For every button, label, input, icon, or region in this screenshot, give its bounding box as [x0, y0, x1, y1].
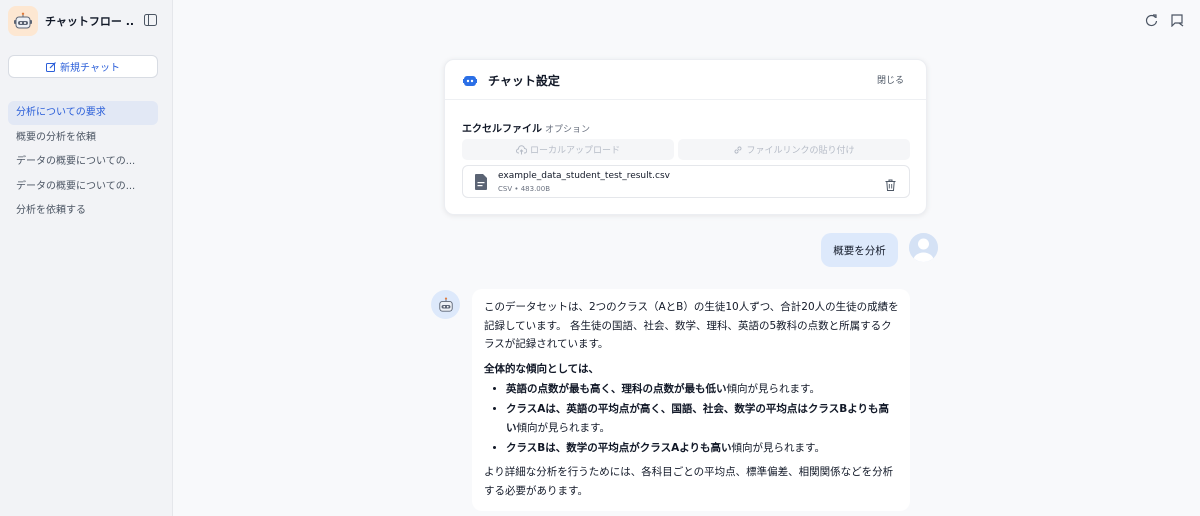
bullet-rest: 傾向が見られます。 — [731, 441, 825, 454]
user-avatar — [909, 233, 938, 262]
attached-file: example_data_student_test_result.csv CSV… — [462, 165, 910, 198]
bullet-bold: クラスBは、数学の平均点がクラスAよりも高い — [506, 441, 732, 454]
main-panel: チャット設定 閉じる エクセルファイル オプション ローカルアップロード ファイル… — [172, 0, 1200, 516]
refresh-icon[interactable] — [1143, 12, 1159, 28]
robot-icon — [8, 6, 38, 36]
bot-icon — [463, 73, 477, 87]
bot-outro: より詳細な分析を行うためには、各科目ごとの平均点、標準偏差、相関関係などを分析す… — [484, 466, 894, 497]
chat-settings-card: チャット設定 閉じる エクセルファイル オプション ローカルアップロード ファイル… — [444, 59, 927, 215]
flag-icon[interactable] — [1169, 12, 1185, 28]
option-label: オプション — [545, 125, 591, 135]
local-upload-label: ローカルアップロード — [529, 146, 620, 156]
file-type: CSV — [498, 185, 513, 193]
bot-message: このデータセットは、2つのクラス（AとB）の生徒10人ずつ、合計20人の生徒の成… — [472, 289, 910, 511]
list-item: クラスAは、英語の平均点が高く、国語、社会、数学の平均点はクラスBよりも高い傾向… — [506, 400, 899, 437]
file-name: example_data_student_test_result.csv — [498, 171, 670, 181]
new-chat-label: 新規チャット — [60, 63, 120, 74]
list-item: 英語の点数が最も高く、理科の点数が最も低い傾向が見られます。 — [506, 380, 899, 399]
bot-intro: このデータセットは、2つのクラス（AとB）の生徒10人ずつ、合計20人の生徒の成… — [484, 301, 899, 350]
file-meta: CSV • 483.00B — [498, 185, 551, 193]
local-upload-button[interactable]: ローカルアップロード — [462, 139, 674, 160]
sidebar-item-conversation[interactable]: 分析についての要求 — [8, 101, 158, 125]
sidebar: チャットフロー ... 新規チャット 分析についての要求 概要の分析を依頼 デー… — [0, 0, 172, 516]
sidebar-header: チャットフロー ... — [8, 6, 164, 36]
file-link-button[interactable]: ファイルリンクの貼り付け — [678, 139, 910, 160]
bot-bullet-list: 英語の点数が最も高く、理科の点数が最も低い傾向が見られます。 クラスAは、英語の… — [506, 380, 899, 457]
bot-heading: 全体的な傾向としては、 — [484, 362, 599, 375]
file-link-label: ファイルリンクの貼り付け — [746, 146, 855, 156]
sidebar-item-conversation[interactable]: 分析を依頼する — [8, 199, 158, 223]
conversation-list: 分析についての要求 概要の分析を依頼 データの概要についての... データの概要… — [8, 101, 158, 224]
robot-icon — [431, 290, 460, 319]
close-button[interactable]: 閉じる — [877, 73, 904, 86]
trash-icon[interactable] — [885, 176, 897, 191]
user-message: 概要を分析 — [821, 233, 898, 267]
bullet-rest: 傾向が見られます。 — [516, 421, 610, 434]
excel-file-label-text: エクセルファイル — [462, 124, 542, 135]
cloud-upload-icon — [516, 144, 527, 154]
chat-settings-title: チャット設定 — [488, 74, 560, 88]
sidebar-toggle-icon[interactable] — [142, 12, 158, 28]
bullet-bold: 英語の点数が最も高く、理科の点数が最も低い — [506, 383, 727, 395]
sidebar-item-conversation[interactable]: データの概要についての... — [8, 175, 158, 199]
document-icon — [475, 174, 487, 190]
list-item: クラスBは、数学の平均点がクラスAよりも高い傾向が見られます。 — [506, 439, 899, 458]
new-chat-button[interactable]: 新規チャット — [8, 55, 158, 78]
chat-settings-header: チャット設定 閉じる — [445, 60, 926, 100]
bullet-rest: 傾向が見られます。 — [726, 383, 820, 395]
edit-icon — [46, 61, 56, 72]
app-title: チャットフロー ... — [45, 15, 135, 28]
sidebar-item-conversation[interactable]: 概要の分析を依頼 — [8, 126, 158, 150]
file-size: 483.00B — [520, 185, 551, 193]
link-icon — [734, 145, 743, 154]
excel-file-label: エクセルファイル オプション — [462, 120, 590, 135]
sidebar-item-conversation[interactable]: データの概要についての... — [8, 150, 158, 174]
